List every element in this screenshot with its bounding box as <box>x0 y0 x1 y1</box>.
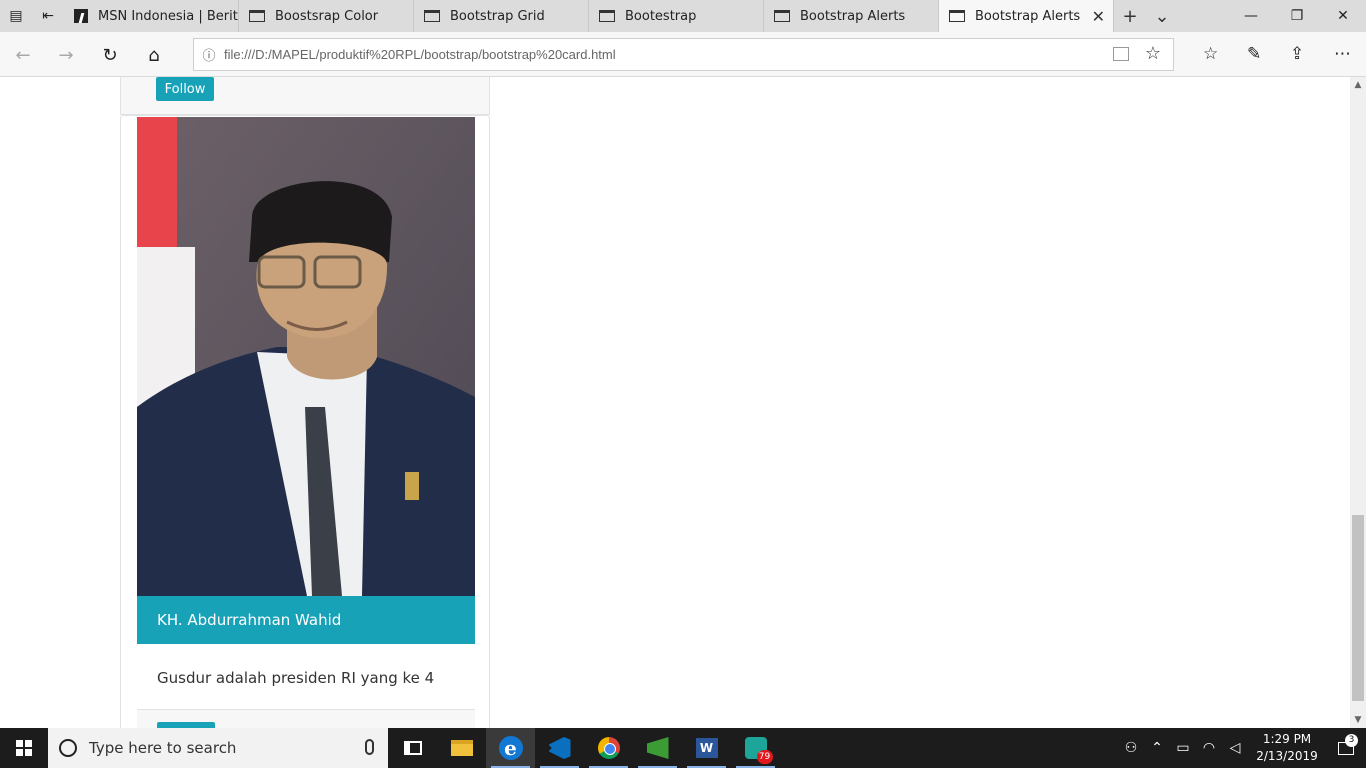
card-text: Gusdur adalah presiden RI yang ke 4 <box>157 669 435 687</box>
page-icon <box>599 10 615 22</box>
whatsapp-button[interactable]: 79 <box>731 728 780 768</box>
tab-title: Bootstrap Alerts <box>975 8 1081 24</box>
tab-title: Bootestrap <box>625 8 697 24</box>
clock-time: 1:29 PM <box>1262 732 1312 746</box>
edge-button[interactable]: e <box>486 728 535 768</box>
back-icon[interactable]: ← <box>8 40 38 70</box>
scroll-up-icon[interactable]: ▲ <box>1350 77 1366 93</box>
web-note-pen-icon[interactable]: ✎ <box>1247 44 1261 64</box>
system-tray: ⚇ ⌃ ▭ ◠ ◁ 1:29 PM 2/13/2019 3 <box>1118 728 1366 768</box>
page-icon <box>949 10 965 22</box>
taskbar: Type here to search e W 79 ⚇ ⌃ ▭ ◠ ◁ 1:2… <box>0 728 1366 768</box>
tab-title: Boostsrap Color <box>275 8 379 24</box>
address-bar[interactable]: ⓘ file:///D:/MAPEL/produktif%20RPL/boots… <box>193 38 1174 71</box>
restore-icon[interactable]: ❐ <box>1274 0 1320 32</box>
vertical-scrollbar[interactable]: ▲ ▼ <box>1350 77 1366 728</box>
word-icon: W <box>695 738 718 758</box>
favorites-hub-icon[interactable]: ☆ <box>1203 44 1218 64</box>
scroll-down-icon[interactable]: ▼ <box>1350 712 1366 728</box>
card-image <box>137 117 475 596</box>
file-explorer-button[interactable] <box>437 728 486 768</box>
chevron-up-icon[interactable]: ⌃ <box>1144 740 1170 756</box>
card-title: KH. Abdurrahman Wahid <box>137 596 475 644</box>
chrome-button[interactable] <box>584 728 633 768</box>
vscode-button[interactable] <box>535 728 584 768</box>
word-button[interactable]: W <box>682 728 731 768</box>
unread-badge: 79 <box>756 750 773 764</box>
microphone-icon[interactable] <box>365 739 374 755</box>
scrollbar-thumb[interactable] <box>1352 515 1364 701</box>
navigation-bar: ← → ↻ ⌂ ⓘ file:///D:/MAPEL/produktif%20R… <box>0 32 1366 77</box>
page-icon <box>249 10 265 22</box>
tab-strip: ▤ ⇤ MSN Indonesia | Berita Boostsrap Col… <box>0 0 1366 32</box>
task-view-icon <box>403 741 422 755</box>
refresh-icon[interactable]: ↻ <box>95 40 125 70</box>
search-placeholder: Type here to search <box>89 739 237 757</box>
reading-view-icon[interactable] <box>1113 47 1129 61</box>
new-tab-icon[interactable]: + <box>1114 0 1146 32</box>
people-icon[interactable]: ⚇ <box>1118 740 1144 756</box>
battery-icon[interactable]: ▭ <box>1170 740 1196 756</box>
tab-title: Bootstrap Grid <box>450 8 545 24</box>
set-aside-tabs-icon[interactable]: ⇤ <box>32 0 64 32</box>
wifi-icon[interactable]: ◠ <box>1196 740 1222 756</box>
page-icon <box>424 10 440 22</box>
forward-icon[interactable]: → <box>51 40 81 70</box>
start-button[interactable] <box>0 728 48 768</box>
home-icon[interactable]: ⌂ <box>139 40 169 70</box>
close-tab-icon[interactable]: ✕ <box>1092 7 1105 26</box>
clock-date: 2/13/2019 <box>1256 749 1318 763</box>
notification-count: 3 <box>1345 733 1358 747</box>
app-button[interactable] <box>633 728 682 768</box>
tab-msn[interactable]: MSN Indonesia | Berita <box>64 0 239 32</box>
follow-button[interactable]: Follow <box>156 77 214 101</box>
favorite-star-icon[interactable]: ☆ <box>1145 43 1161 64</box>
cortana-icon <box>59 739 77 757</box>
minimize-icon[interactable]: — <box>1228 0 1274 32</box>
url-text[interactable]: file:///D:/MAPEL/produktif%20RPL/bootstr… <box>224 47 616 62</box>
tab-bootstrap-alerts[interactable]: Bootstrap Alerts <box>764 0 939 32</box>
chevron-down-icon[interactable]: ⌄ <box>1146 0 1178 32</box>
msn-favicon-icon <box>74 9 88 23</box>
share-icon[interactable]: ⇪ <box>1290 44 1304 64</box>
close-window-icon[interactable]: ✕ <box>1320 0 1366 32</box>
windows-logo-icon <box>16 740 32 756</box>
more-icon[interactable]: ⋯ <box>1334 44 1351 64</box>
speaker-icon[interactable]: ◁ <box>1222 740 1248 756</box>
page-info-icon[interactable]: ⓘ <box>194 45 224 64</box>
tab-bootstrap-grid[interactable]: Bootstrap Grid <box>414 0 589 32</box>
page-viewport: Follow KH. Abdurrahman Wahid Gusdur adal… <box>0 77 1350 728</box>
page-icon <box>774 10 790 22</box>
chrome-icon <box>597 737 620 759</box>
folder-icon <box>450 740 473 756</box>
tab-boostsrap-color[interactable]: Boostsrap Color <box>239 0 414 32</box>
tab-bootstrap-alerts-active[interactable]: Bootstrap Alerts ✕ <box>939 0 1114 32</box>
whatsapp-icon: 79 <box>744 737 773 764</box>
profile-card: KH. Abdurrahman Wahid Gusdur adalah pres… <box>120 115 490 728</box>
task-view-button[interactable] <box>388 728 437 768</box>
action-center-button[interactable]: 3 <box>1326 733 1366 755</box>
edge-icon: e <box>498 736 523 760</box>
card-footer <box>137 709 475 728</box>
window-controls: — ❐ ✕ <box>1228 0 1366 32</box>
green-app-icon <box>646 737 669 759</box>
tab-title: MSN Indonesia | Berita <box>98 8 239 24</box>
taskbar-search[interactable]: Type here to search <box>48 728 388 768</box>
tab-preview-icon[interactable]: ▤ <box>0 0 32 32</box>
tab-bootestrap[interactable]: Bootestrap <box>589 0 764 32</box>
vscode-icon <box>548 737 571 759</box>
clock[interactable]: 1:29 PM 2/13/2019 <box>1248 731 1326 765</box>
tab-title: Bootstrap Alerts <box>800 8 906 24</box>
